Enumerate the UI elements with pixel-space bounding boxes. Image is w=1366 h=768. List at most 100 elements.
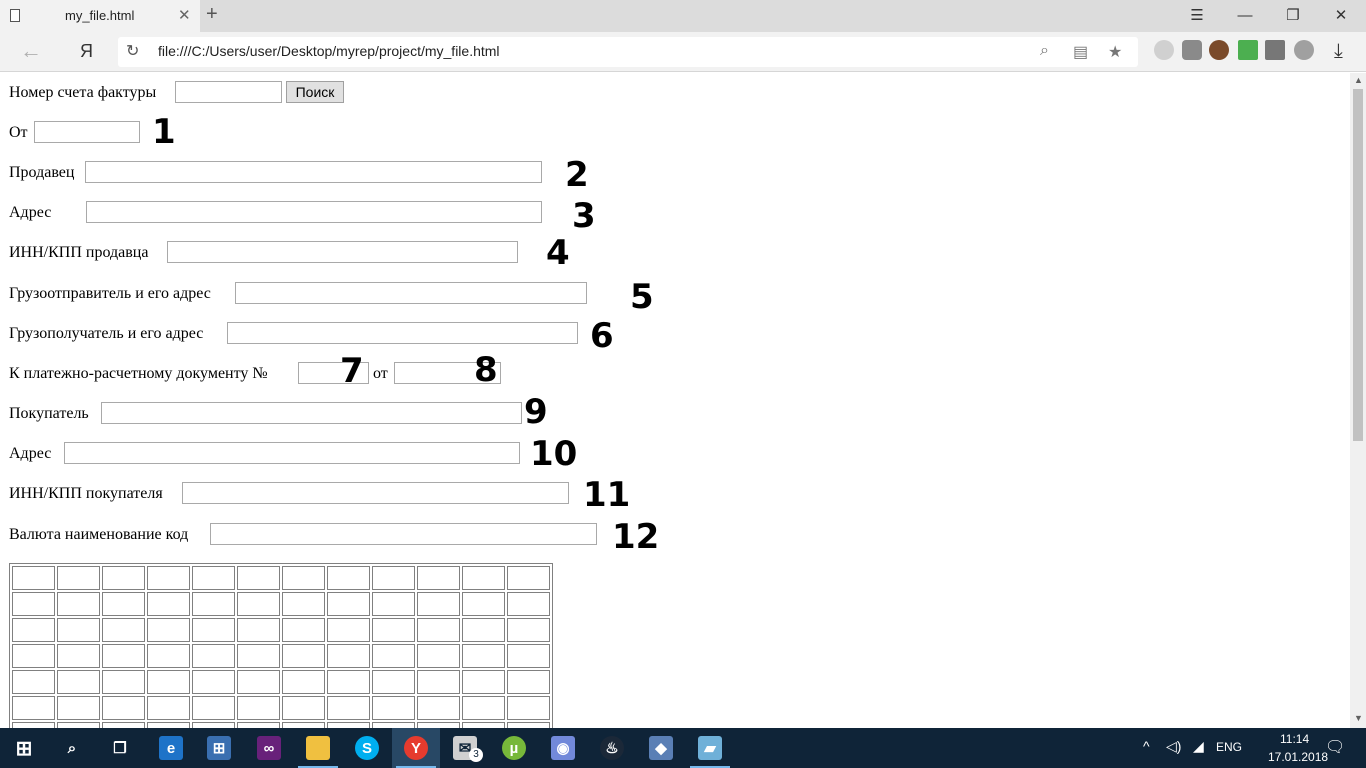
notifications-icon[interactable]: 🗨︎ [1325,737,1345,757]
grid-cell[interactable] [12,618,55,642]
grid-cell[interactable] [462,644,505,668]
grid-cell[interactable] [327,696,370,720]
grid-cell[interactable] [282,696,325,720]
taskbar-steam[interactable]: ♨ [588,728,636,768]
shipper-input[interactable] [235,282,587,304]
taskbar-file-explorer[interactable] [294,728,342,768]
grid-cell[interactable] [462,592,505,616]
browser-tab[interactable]: my_file.html ✕ [0,0,200,32]
grid-cell[interactable] [237,644,280,668]
scroll-down-icon[interactable]: ▼ [1354,713,1363,723]
grid-cell[interactable] [372,696,415,720]
reload-icon[interactable]: ↻ [126,41,139,61]
taskbar-discord[interactable]: ◉ [539,728,587,768]
grid-cell[interactable] [282,670,325,694]
taskbar-store[interactable]: ⊞ [195,728,243,768]
grid-cell[interactable] [417,592,460,616]
url-text[interactable]: file:///C:/Users/user/Desktop/myrep/proj… [158,43,500,59]
grid-cell[interactable] [507,566,550,590]
grid-cell[interactable] [192,670,235,694]
grid-cell[interactable] [282,618,325,642]
grid-cell[interactable] [102,696,145,720]
network-icon[interactable]: ◢ [1193,738,1204,755]
grid-cell[interactable] [57,566,100,590]
reader-mode-icon[interactable]: ▤ [1073,42,1088,62]
grid-cell[interactable] [417,618,460,642]
grid-cell[interactable] [102,592,145,616]
currency-input[interactable] [210,523,597,545]
taskbar-edge[interactable]: e [147,728,195,768]
grid-cell[interactable] [192,618,235,642]
grid-cell[interactable] [192,696,235,720]
taskbar-virtualbox[interactable]: ◆ [637,728,685,768]
grid-cell[interactable] [237,618,280,642]
grid-cell[interactable] [327,670,370,694]
grid-cell[interactable] [417,644,460,668]
volume-icon[interactable]: ◁) [1166,738,1181,755]
grid-cell[interactable] [57,592,100,616]
close-window-icon[interactable]: ✕ [1318,4,1364,28]
seller-input[interactable] [85,161,542,183]
zoom-icon[interactable]: ⌕ [1040,42,1049,60]
grid-cell[interactable] [192,644,235,668]
search-button[interactable]: Поиск [286,81,344,103]
grid-cell[interactable] [192,566,235,590]
new-tab-icon[interactable]: + [206,3,218,26]
grid-cell[interactable] [282,644,325,668]
extension-search-icon[interactable] [1154,40,1174,60]
shield-icon[interactable] [1182,40,1202,60]
grid-cell[interactable] [12,566,55,590]
grid-cell[interactable] [417,696,460,720]
grid-cell[interactable] [372,566,415,590]
grid-cell[interactable] [57,644,100,668]
downloads-icon[interactable]: ⤓ [1334,40,1343,63]
back-arrow-icon[interactable]: ← [20,38,42,64]
grid-cell[interactable] [102,644,145,668]
buyer-address-input[interactable] [64,442,520,464]
invoice-number-input[interactable] [175,81,282,103]
avatar-extension-icon[interactable] [1209,40,1229,60]
grid-cell[interactable] [192,592,235,616]
extension-icon[interactable] [1265,40,1285,60]
grid-cell[interactable] [462,566,505,590]
grid-cell[interactable] [507,592,550,616]
taskbar-mail[interactable]: ✉ 3 [441,728,489,768]
buyer-inn-input[interactable] [182,482,569,504]
grid-cell[interactable] [147,644,190,668]
task-view-button[interactable]: ❐ [96,728,144,768]
buyer-input[interactable] [101,402,522,424]
clock-time[interactable]: 11:14 [1280,732,1309,746]
vertical-scrollbar[interactable]: ▲ ▼ [1350,73,1366,728]
start-button[interactable]: ⊞ [0,728,48,768]
grid-cell[interactable] [12,670,55,694]
language-indicator[interactable]: ENG [1216,740,1242,754]
yandex-button[interactable]: Я [80,41,93,62]
download-helper-icon[interactable] [1238,40,1258,60]
grid-cell[interactable] [462,670,505,694]
grid-cell[interactable] [12,592,55,616]
taskbar-visual-studio[interactable]: ∞ [245,728,293,768]
grid-cell[interactable] [372,670,415,694]
grid-cell[interactable] [372,618,415,642]
grid-cell[interactable] [237,670,280,694]
grid-cell[interactable] [507,618,550,642]
grid-cell[interactable] [462,618,505,642]
grid-cell[interactable] [327,592,370,616]
taskbar-utorrent[interactable]: µ [490,728,538,768]
restore-icon[interactable]: ❐ [1270,4,1316,28]
close-tab-icon[interactable]: ✕ [178,6,191,24]
grid-cell[interactable] [327,644,370,668]
grid-cell[interactable] [12,696,55,720]
grid-cell[interactable] [57,670,100,694]
seller-inn-input[interactable] [167,241,518,263]
grid-cell[interactable] [237,592,280,616]
grid-cell[interactable] [462,696,505,720]
grid-cell[interactable] [507,644,550,668]
grid-cell[interactable] [147,592,190,616]
taskbar-skype[interactable]: S [343,728,391,768]
grid-cell[interactable] [417,566,460,590]
from-date-input[interactable] [34,121,140,143]
taskbar-yandex-browser[interactable]: Y [392,728,440,768]
menu-icon[interactable]: ☰ [1174,4,1220,28]
grid-cell[interactable] [237,566,280,590]
